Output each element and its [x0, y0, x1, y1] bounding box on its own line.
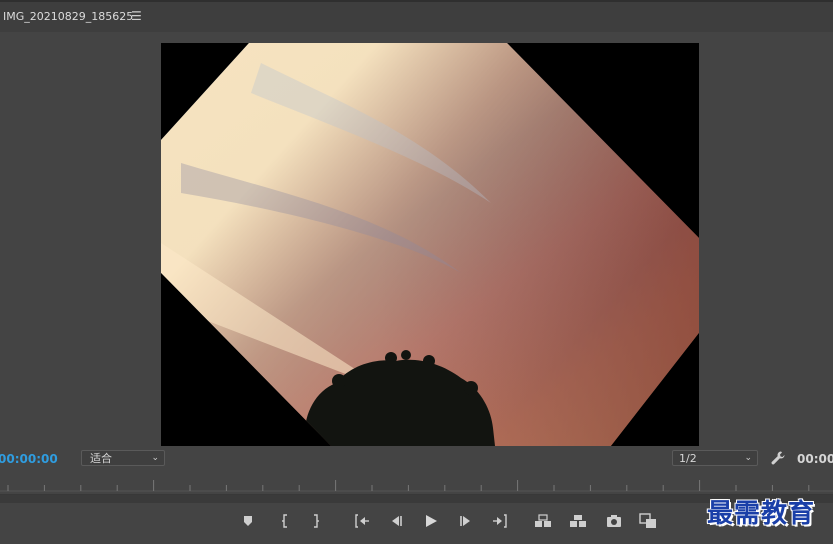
add-marker-icon[interactable] — [238, 511, 258, 531]
mark-in-icon[interactable] — [275, 511, 295, 531]
playback-resolution-value: 1/2 — [679, 452, 697, 465]
duration-timecode: 00:00 — [797, 452, 833, 466]
chevron-down-icon: ⌄ — [744, 453, 752, 463]
go-to-in-icon[interactable] — [352, 511, 372, 531]
step-back-icon[interactable] — [386, 511, 406, 531]
play-icon[interactable] — [421, 511, 441, 531]
zoom-fit-value: 适合 — [90, 452, 112, 465]
wrench-icon[interactable] — [770, 450, 786, 466]
rotated-sky-image — [161, 43, 699, 446]
time-ruler[interactable] — [0, 474, 833, 494]
panel-title[interactable]: IMG_20210829_185625 — [3, 10, 133, 23]
playback-resolution-dropdown[interactable]: 1/2 ⌄ — [672, 450, 758, 466]
video-frame — [161, 43, 699, 446]
lift-icon[interactable] — [533, 511, 553, 531]
zoom-fit-dropdown[interactable]: 适合 ⌄ — [81, 450, 165, 466]
comparison-view-icon[interactable] — [638, 511, 658, 531]
export-frame-icon[interactable] — [604, 511, 624, 531]
chevron-down-icon: ⌄ — [151, 453, 159, 463]
extract-icon[interactable] — [568, 511, 588, 531]
hamburger-menu-icon[interactable]: ☰ — [131, 9, 142, 23]
step-forward-icon[interactable] — [456, 511, 476, 531]
panel-header: IMG_20210829_185625 ☰ — [0, 0, 833, 32]
watermark-text: 最需教育 — [707, 499, 816, 529]
mark-out-icon[interactable] — [306, 511, 326, 531]
playhead-timecode[interactable]: 00:00:00 — [0, 452, 58, 466]
go-to-out-icon[interactable] — [490, 511, 510, 531]
